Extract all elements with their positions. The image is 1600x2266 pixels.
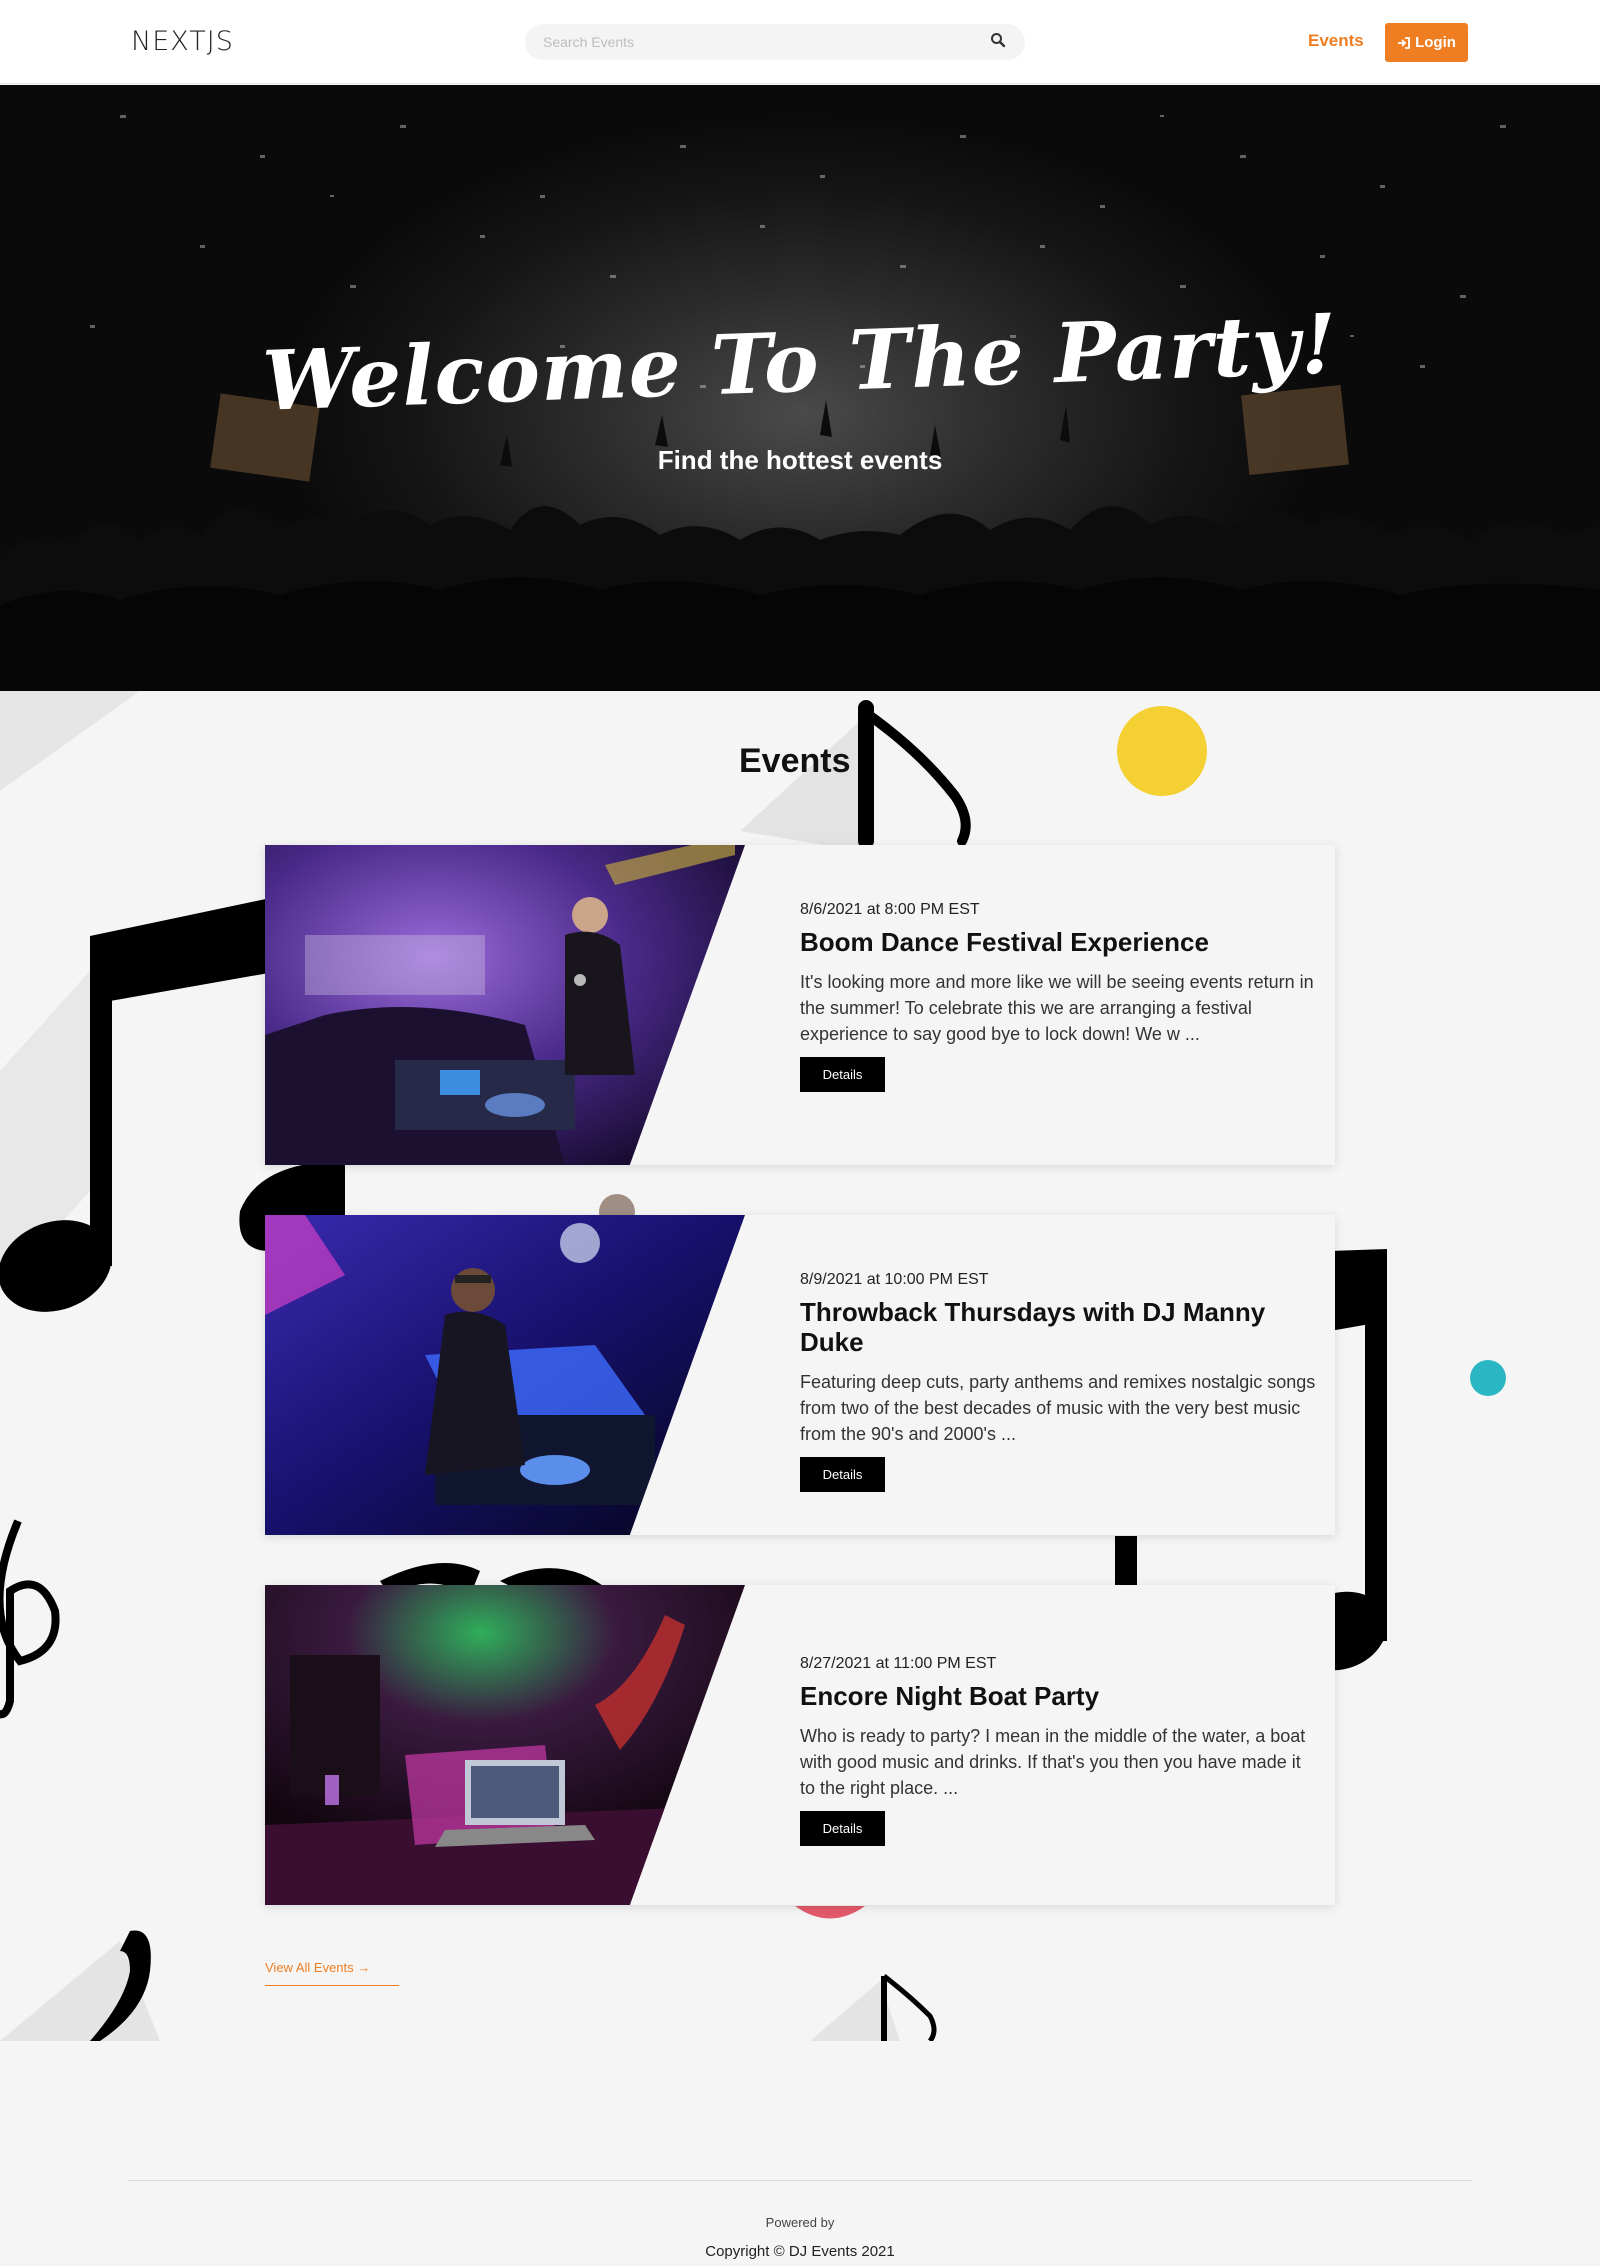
event-description: Who is ready to party? I mean in the mid… bbox=[800, 1726, 1306, 1798]
login-button[interactable]: Login bbox=[1385, 23, 1468, 62]
event-card-body: 8/9/2021 at 10:00 PM EST Throwback Thurs… bbox=[800, 1271, 1320, 1492]
event-card-body: 8/6/2021 at 8:00 PM EST Boom Dance Festi… bbox=[800, 901, 1320, 1092]
hero-subtitle: Find the hottest events bbox=[657, 445, 943, 475]
view-all-events-link[interactable]: View All Events → bbox=[265, 1960, 399, 1986]
event-date: 8/9/2021 at 10:00 PM EST bbox=[800, 1271, 989, 1288]
event-date: 8/27/2021 at 11:00 PM EST bbox=[800, 1655, 997, 1672]
event-image[interactable] bbox=[265, 1585, 745, 1905]
hero-banner: Welcome To The Party! Find the hottest e… bbox=[0, 85, 1600, 691]
sign-in-icon bbox=[1398, 36, 1410, 49]
event-card: 8/27/2021 at 11:00 PM EST Encore Night B… bbox=[265, 1585, 1335, 1905]
details-button[interactable]: Details bbox=[800, 1057, 885, 1092]
site-header: NEXTJS Events Login bbox=[0, 0, 1600, 84]
search-icon[interactable] bbox=[990, 32, 1006, 48]
event-card-body: 8/27/2021 at 11:00 PM EST Encore Night B… bbox=[800, 1655, 1320, 1846]
event-description: It's looking more and more like we will … bbox=[800, 972, 1314, 1044]
event-title: Throwback Thursdays with DJ Manny Duke bbox=[800, 1297, 1266, 1357]
site-logo[interactable]: NEXTJS bbox=[131, 26, 234, 57]
nav-events-link[interactable]: Events bbox=[1308, 31, 1364, 51]
event-card: 8/9/2021 at 10:00 PM EST Throwback Thurs… bbox=[265, 1215, 1335, 1535]
details-button[interactable]: Details bbox=[800, 1457, 885, 1492]
search-input[interactable] bbox=[525, 24, 1025, 60]
event-card: 8/6/2021 at 8:00 PM EST Boom Dance Festi… bbox=[265, 845, 1335, 1165]
yellow-dot-icon bbox=[1117, 706, 1207, 796]
event-description: Featuring deep cuts, party anthems and r… bbox=[800, 1372, 1316, 1444]
footer-divider bbox=[128, 2180, 1472, 2181]
event-image[interactable] bbox=[265, 845, 745, 1165]
footer-copyright: Copyright © DJ Events 2021 bbox=[705, 2243, 895, 2260]
footer-powered-by: Powered by bbox=[765, 2215, 835, 2230]
event-image[interactable] bbox=[265, 1215, 745, 1535]
login-label: Login bbox=[1415, 34, 1456, 51]
event-title: Encore Night Boat Party bbox=[800, 1681, 1100, 1711]
details-button[interactable]: Details bbox=[800, 1811, 885, 1846]
event-date: 8/6/2021 at 8:00 PM EST bbox=[800, 901, 980, 918]
events-section-title: Events bbox=[739, 742, 851, 780]
event-title: Boom Dance Festival Experience bbox=[800, 927, 1209, 957]
